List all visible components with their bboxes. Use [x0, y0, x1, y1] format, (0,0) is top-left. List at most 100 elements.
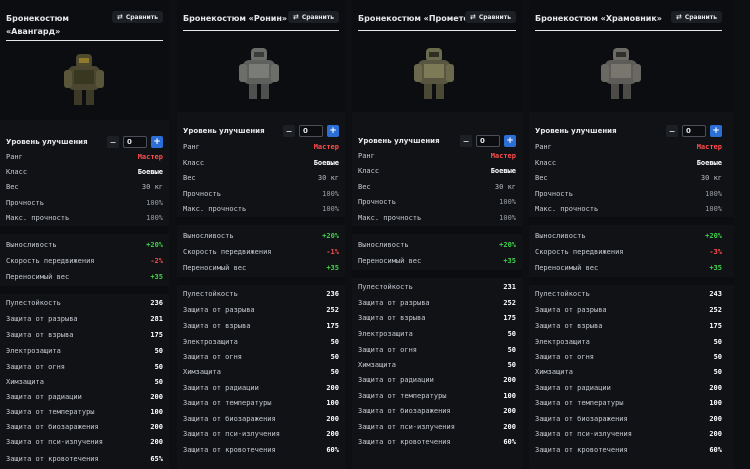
header-divider: [358, 30, 516, 31]
stat-row-rank: Ранг Мастер: [352, 149, 522, 163]
plus-icon[interactable]: +: [327, 125, 339, 137]
upgrade-level-input[interactable]: 0: [123, 136, 147, 148]
stat-value: 50: [154, 347, 163, 355]
stat-row-class: Класс Боевые: [358, 164, 516, 178]
stat-row-radiation: Защита от радиации 200: [358, 373, 516, 387]
stat-label: Скорость передвижения: [535, 248, 624, 256]
stat-row-durability: Прочность 100%: [358, 195, 516, 209]
stat-value: 236: [150, 299, 163, 307]
stat-value: 100: [326, 399, 339, 407]
section-gap: [177, 277, 345, 285]
stat-row-tear: Защита от разрыва 252: [529, 303, 728, 317]
stat-value: 50: [330, 338, 339, 346]
stat-value: 100%: [146, 214, 163, 222]
armor-suit-image: [601, 48, 641, 99]
stat-label: Защита от взрыва: [183, 322, 251, 330]
stat-row-temperature: Защита от температуры 100: [0, 405, 169, 419]
plus-icon[interactable]: +: [710, 125, 722, 137]
stat-row-bleeding: Защита от кровотечения 65%: [6, 452, 163, 466]
stat-label: Защита от пси-излучения: [183, 430, 280, 438]
minus-icon[interactable]: −: [460, 135, 472, 147]
stat-label: Выносливость: [358, 241, 409, 249]
upgrade-level: Уровень улучшения − 0 +: [535, 125, 722, 137]
stat-value: 200: [326, 415, 339, 423]
stat-label: Защита от температуры: [6, 408, 95, 416]
stat-value: +35: [326, 264, 339, 272]
stat-row-explosion: Защита от взрыва 175: [535, 319, 722, 333]
stat-row-max-durability: Макс. прочность 100%: [352, 211, 522, 225]
stat-row-explosion: Защита от взрыва 175: [183, 319, 339, 333]
compare-button[interactable]: ⇄ Сравнить: [111, 11, 163, 23]
stat-row-psi: Защита от пси-излучения 200: [352, 420, 522, 434]
compare-button[interactable]: ⇄ Сравнить: [670, 11, 722, 23]
compare-button[interactable]: ⇄ Сравнить: [464, 11, 516, 23]
compare-button[interactable]: ⇄ Сравнить: [287, 11, 339, 23]
stat-row-chem: Химзащита 50: [0, 375, 169, 389]
stat-label: Защита от огня: [535, 353, 595, 361]
stat-row-stamina: Выносливость +20%: [183, 229, 339, 243]
stat-label: Макс. прочность: [183, 205, 247, 213]
header-divider: [535, 30, 722, 31]
stat-row-weight: Вес 30 кг: [352, 180, 522, 194]
stat-value: Мастер: [490, 152, 516, 160]
upgrade-level-input[interactable]: 0: [682, 125, 706, 137]
stat-row-radiation: Защита от радиации 200: [183, 381, 339, 395]
section-gap: [352, 226, 522, 234]
stat-value: Боевые: [137, 168, 163, 176]
upgrade-level: Уровень улучшения − 0 +: [358, 135, 516, 147]
stat-value: 200: [503, 407, 516, 415]
stat-value: 200: [709, 415, 722, 423]
stat-value: 50: [507, 346, 516, 354]
stat-label: Защита от температуры: [358, 392, 447, 400]
stat-row-carry-weight: Переносимый вес +35: [535, 261, 722, 275]
stat-value: 252: [503, 299, 516, 307]
stat-label: Защита от температуры: [183, 399, 272, 407]
stat-label: Защита от радиации: [6, 393, 82, 401]
stat-label: Защита от взрыва: [535, 322, 603, 330]
stat-label: Защита от температуры: [535, 399, 624, 407]
stat-value: 200: [326, 430, 339, 438]
stat-label: Прочность: [183, 190, 221, 198]
stat-label: Пулестойкость: [6, 299, 61, 307]
stat-value: 252: [709, 306, 722, 314]
stat-value: 100%: [322, 190, 339, 198]
stat-label: Вес: [358, 183, 371, 191]
stat-value: 175: [150, 331, 163, 339]
stat-label: Защита от кровотечения: [183, 446, 276, 454]
stat-value: 50: [713, 368, 722, 376]
stat-row-chem: Химзащита 50: [529, 365, 728, 379]
upgrade-label: Уровень улучшения: [358, 137, 440, 145]
stat-value: 200: [150, 423, 163, 431]
plus-icon[interactable]: +: [151, 136, 163, 148]
stat-row-bio: Защита от биозаражения 200: [183, 412, 339, 426]
stat-value: 252: [326, 306, 339, 314]
minus-icon[interactable]: −: [666, 125, 678, 137]
stat-row-radiation: Защита от радиации 200: [535, 381, 722, 395]
stat-value: +20%: [322, 232, 339, 240]
stat-value: 50: [713, 353, 722, 361]
stat-label: Защита от взрыва: [6, 331, 74, 339]
minus-icon[interactable]: −: [283, 125, 295, 137]
stat-row-stamina: Выносливость +20%: [6, 238, 163, 252]
stat-value: 65%: [150, 455, 163, 463]
stat-value: 100%: [322, 205, 339, 213]
stat-label: Макс. прочность: [358, 214, 422, 222]
stat-value: 231: [503, 283, 516, 291]
section-gap: [352, 270, 522, 278]
stat-row-bio: Защита от биозаражения 200: [535, 412, 722, 426]
stat-value: 60%: [503, 438, 516, 446]
stat-label: Защита от радиации: [535, 384, 611, 392]
minus-icon[interactable]: −: [107, 136, 119, 148]
stat-value: 200: [150, 393, 163, 401]
stat-row-class: Класс Боевые: [535, 156, 722, 170]
upgrade-level-input[interactable]: 0: [299, 125, 323, 137]
stat-row-rank: Ранг Мастер: [529, 140, 728, 154]
upgrade-level-input[interactable]: 0: [476, 135, 500, 147]
stat-value: 100: [503, 392, 516, 400]
stat-label: Защита от биозаражения: [183, 415, 276, 423]
stat-row-psi: Защита от пси-излучения 200: [177, 427, 345, 441]
plus-icon[interactable]: +: [504, 135, 516, 147]
stat-row-tear: Защита от разрыва 252: [177, 303, 345, 317]
stat-label: Прочность: [358, 198, 396, 206]
stat-row-bio: Защита от биозаражения 200: [6, 420, 163, 434]
